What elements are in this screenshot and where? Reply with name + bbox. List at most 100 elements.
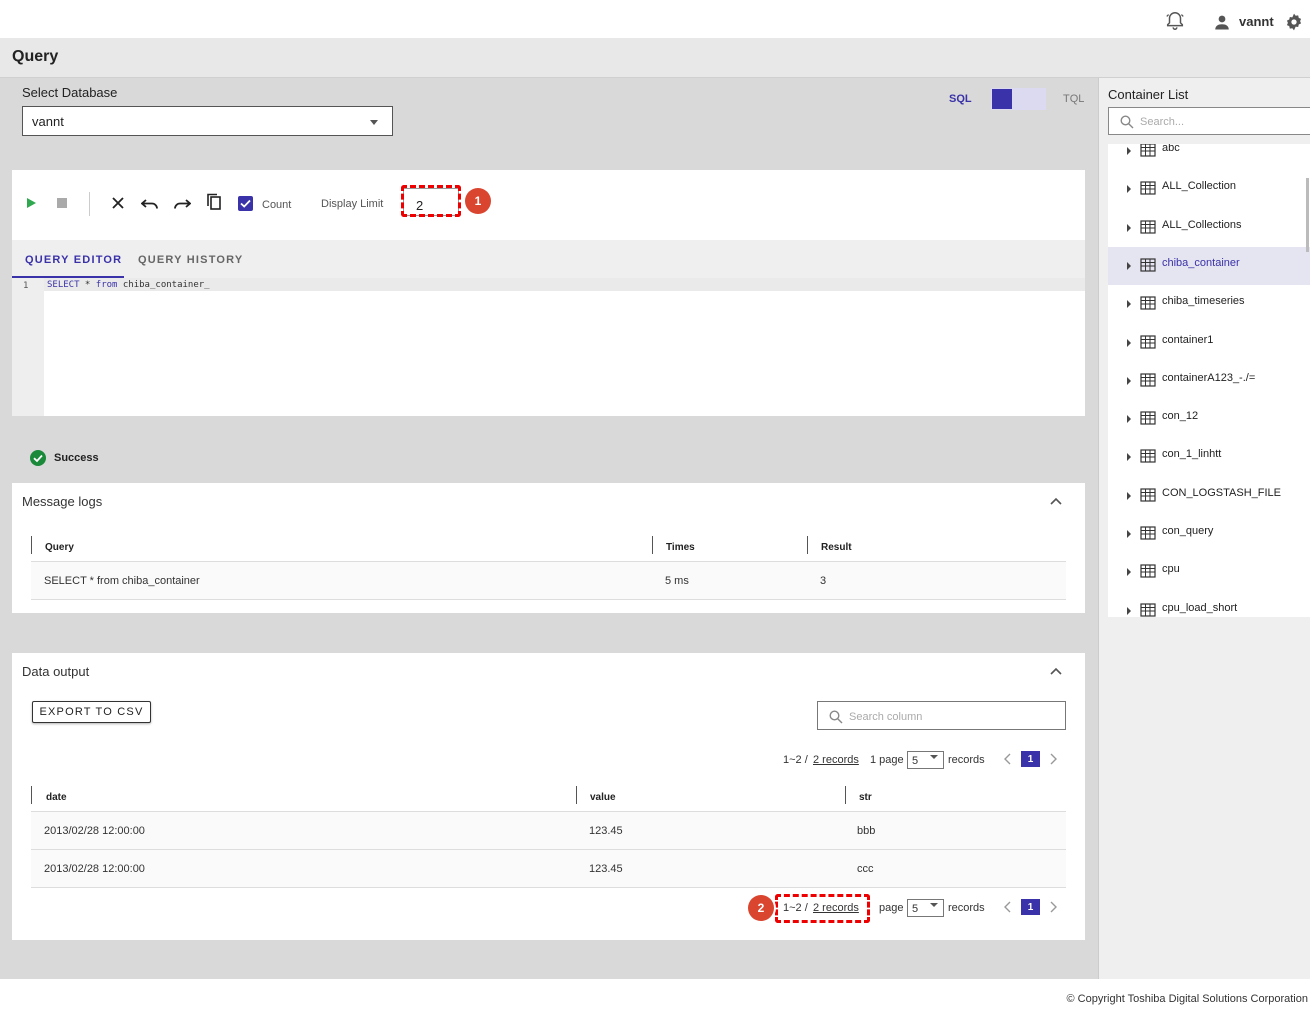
container-list-item[interactable]: chiba_container (1108, 247, 1310, 285)
caret-right-icon[interactable] (1127, 568, 1131, 576)
column-header-str: str (859, 792, 872, 803)
tab-query-history[interactable]: QUERY HISTORY (138, 254, 243, 266)
toggle-thumb[interactable] (992, 89, 1012, 109)
table-icon (1140, 603, 1156, 617)
mode-tql-label[interactable]: TQL (1063, 93, 1084, 105)
caret-right-icon[interactable] (1127, 607, 1131, 615)
chevron-left-icon[interactable] (1003, 753, 1013, 765)
container-list-item[interactable]: containerA123_-./= (1108, 362, 1310, 400)
search-column-input[interactable]: Search column (817, 701, 1066, 730)
caret-down-icon (930, 903, 938, 907)
caret-right-icon[interactable] (1127, 262, 1131, 270)
caret-right-icon[interactable] (1127, 415, 1131, 423)
container-list-item[interactable]: cpu_load_short (1108, 592, 1310, 617)
caret-right-icon[interactable] (1127, 300, 1131, 308)
container-list-item[interactable]: cpu (1108, 553, 1310, 591)
column-divider[interactable] (576, 786, 577, 804)
chevron-left-icon[interactable] (1003, 901, 1013, 913)
container-list-item[interactable]: con_12 (1108, 400, 1310, 438)
settings-gear-icon[interactable] (1284, 12, 1304, 32)
notification-bell-icon[interactable] (1164, 10, 1186, 32)
query-editor-card: Count Display Limit 2 1 QUERY EDITOR QUE… (12, 170, 1085, 416)
tab-query-editor[interactable]: QUERY EDITOR (25, 254, 122, 266)
table-row: 2013/02/28 12:00:00 123.45 bbb (31, 812, 1066, 850)
clear-button[interactable] (106, 191, 130, 215)
editor-toolbar: Count Display Limit 2 1 (12, 170, 1085, 240)
container-list-item[interactable]: abc (1108, 144, 1310, 170)
page-size-select[interactable]: 5 (907, 751, 944, 769)
copy-icon (207, 193, 221, 210)
container-search-input[interactable]: Search... (1108, 107, 1310, 135)
chevron-up-icon[interactable] (1049, 666, 1063, 676)
table-icon (1140, 373, 1156, 387)
cell-times: 5 ms (665, 575, 689, 587)
toolbar-divider (89, 192, 90, 216)
copy-button[interactable] (202, 190, 226, 214)
database-select-value: vannt (32, 114, 64, 129)
stop-button[interactable] (50, 191, 74, 215)
caret-right-icon[interactable] (1127, 492, 1131, 500)
caret-right-icon[interactable] (1127, 224, 1131, 232)
table-icon (1140, 258, 1156, 272)
page-number-current[interactable]: 1 (1021, 899, 1040, 915)
chevron-right-icon[interactable] (1048, 753, 1058, 765)
count-checkbox[interactable] (238, 196, 253, 211)
caret-right-icon[interactable] (1127, 339, 1131, 347)
column-divider[interactable] (845, 786, 846, 804)
caret-right-icon[interactable] (1127, 377, 1131, 385)
container-list-item-label: CON_LOGSTASH_FILE (1162, 487, 1281, 499)
caret-right-icon[interactable] (1127, 185, 1131, 193)
copyright-text: © Copyright Toshiba Digital Solutions Co… (1066, 993, 1308, 1005)
cell-str: bbb (857, 825, 876, 837)
caret-right-icon[interactable] (1127, 453, 1131, 461)
editor-tabs: QUERY EDITOR QUERY HISTORY (12, 240, 1085, 278)
page-title: Query (12, 48, 59, 65)
top-bar: vannt (0, 0, 1310, 38)
annotation-highlight-1 (401, 185, 461, 217)
export-csv-button[interactable]: EXPORT TO CSV (32, 701, 151, 723)
cell-value: 123.45 (589, 863, 623, 875)
footer: © Copyright Toshiba Digital Solutions Co… (0, 979, 1310, 1017)
container-list-item[interactable]: container1 (1108, 324, 1310, 362)
table-icon (1140, 411, 1156, 425)
pager-records-link[interactable]: 2 records (813, 754, 859, 766)
table-icon (1140, 181, 1156, 195)
table-icon (1140, 144, 1156, 157)
run-button[interactable] (19, 191, 43, 215)
sidebar-scrollbar[interactable] (1306, 178, 1309, 252)
column-divider[interactable] (807, 536, 808, 554)
container-list-item[interactable]: con_query (1108, 515, 1310, 553)
table-icon (1140, 335, 1156, 349)
code-line[interactable]: SELECT * from chiba_container_ (47, 280, 210, 290)
redo-button[interactable] (170, 191, 194, 215)
container-list-item[interactable]: CON_LOGSTASH_FILE (1108, 477, 1310, 515)
pagination-top: 1~2 / 2 records 1 page 5 records 1 (782, 751, 1072, 771)
code-editor[interactable]: 1 SELECT * from chiba_container_ (12, 278, 1085, 416)
count-label[interactable]: Count (262, 199, 291, 211)
column-header-result: Result (821, 542, 852, 553)
undo-button[interactable] (138, 191, 162, 215)
data-output-title: Data output (22, 664, 90, 679)
database-select[interactable]: vannt (22, 106, 393, 136)
caret-right-icon[interactable] (1127, 147, 1131, 155)
page-size-select[interactable]: 5 (907, 899, 944, 917)
message-logs-header: Query Times Result (31, 532, 1066, 562)
user-icon[interactable] (1213, 13, 1231, 31)
column-header-value: value (590, 792, 616, 803)
redo-icon (174, 199, 191, 209)
caret-right-icon[interactable] (1127, 530, 1131, 538)
sql-tql-toggle[interactable] (991, 88, 1046, 110)
container-list-item[interactable]: ALL_Collection (1108, 170, 1310, 208)
column-divider[interactable] (652, 536, 653, 554)
page-number-current[interactable]: 1 (1021, 751, 1040, 767)
container-list-item[interactable]: chiba_timeseries (1108, 285, 1310, 323)
container-list-item[interactable]: con_1_linhtt (1108, 438, 1310, 476)
pager-records-label: records (948, 902, 985, 914)
container-list-item[interactable]: ALL_Collections (1108, 209, 1310, 247)
chevron-right-icon[interactable] (1048, 901, 1058, 913)
mode-sql-label[interactable]: SQL (949, 93, 972, 105)
message-logs-title: Message logs (22, 494, 103, 509)
username[interactable]: vannt (1239, 14, 1274, 29)
chevron-up-icon[interactable] (1049, 496, 1063, 506)
container-list-item-label: con_12 (1162, 410, 1199, 422)
